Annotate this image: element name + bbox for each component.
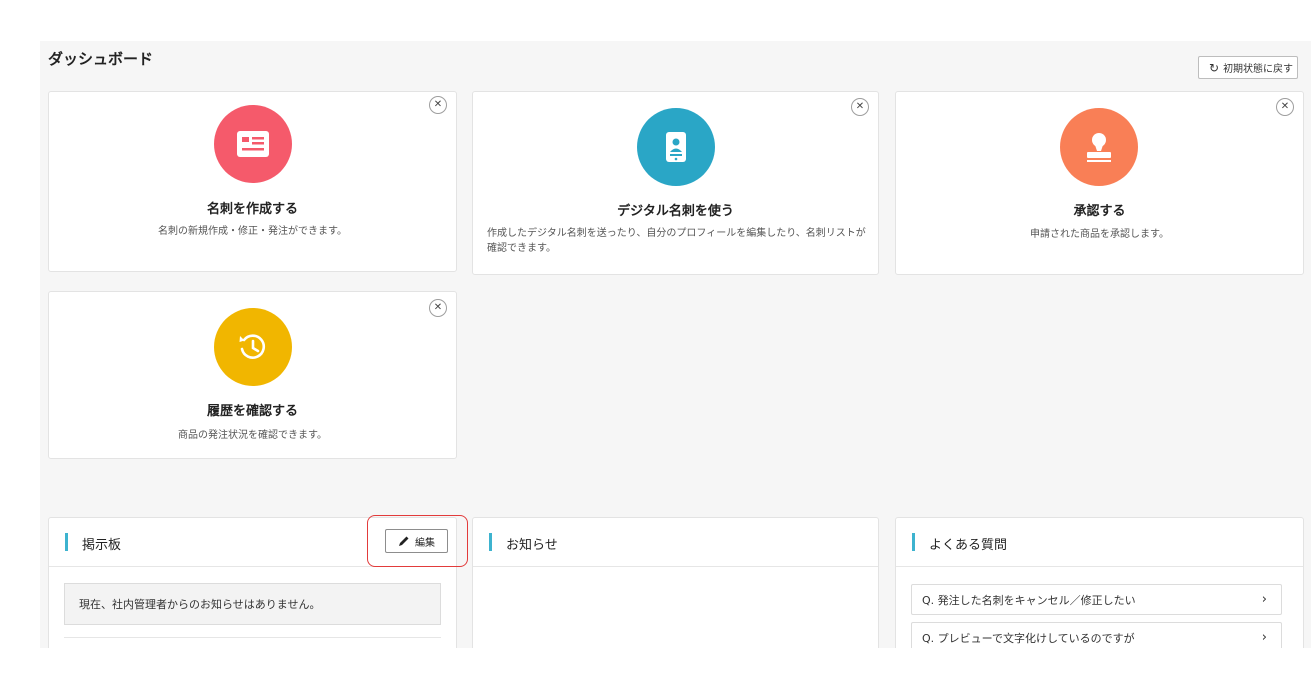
card-description: 作成したデジタル名刺を送ったり、自分のプロフィールを編集したり、名刺リストが確認… <box>487 228 866 254</box>
dashboard-area: ダッシュボード ↻ 初期状態に戻す ✕ 名刺を作成する 名刺の新規作成・修正・発… <box>40 41 1311 648</box>
divider <box>64 637 441 638</box>
card-description: 商品の発注状況を確認できます。 <box>178 430 327 441</box>
notice-message: 現在、社内管理者からのお知らせはありません。 <box>64 583 441 625</box>
card-title: 履歴を確認する <box>206 404 298 419</box>
card-title: 承認する <box>1073 204 1126 219</box>
reset-icon: ↻ <box>1209 60 1220 75</box>
panel-title: 掲示板 <box>82 538 122 553</box>
edit-button[interactable]: 編集 <box>385 529 448 553</box>
history-icon <box>214 308 292 386</box>
card-title: 名刺を作成する <box>206 202 298 217</box>
card-digital-card[interactable]: ✕ デジタル名刺を使う 作成したデジタル名刺を送ったり、自分のプロフィールを編集… <box>472 91 879 275</box>
stamp-icon <box>1060 108 1138 186</box>
close-icon[interactable]: ✕ <box>851 98 869 116</box>
panel-header: よくある質問 <box>896 518 1303 567</box>
close-icon[interactable]: ✕ <box>429 299 447 317</box>
pencil-icon <box>399 536 409 546</box>
card-title: デジタル名刺を使う <box>617 204 734 219</box>
panel-header: 掲示板 編集 <box>49 515 468 567</box>
news-panel: お知らせ <box>472 517 879 648</box>
faq-panel: よくある質問 Q. 発注した名刺をキャンセル／修正したい › Q. プレビューで… <box>895 517 1304 648</box>
close-icon[interactable]: ✕ <box>429 96 447 114</box>
business-card-icon <box>214 105 292 183</box>
accent-bar <box>912 533 915 551</box>
panel-header: お知らせ <box>473 518 878 567</box>
edit-label: 編集 <box>415 537 435 549</box>
accent-bar <box>489 533 492 551</box>
accent-bar <box>65 533 68 551</box>
chevron-right-icon: › <box>1261 592 1267 607</box>
card-description: 名刺の新規作成・修正・発注ができます。 <box>158 226 347 237</box>
reset-layout-label: 初期状態に戻す <box>1223 64 1294 75</box>
mobile-profile-icon <box>637 108 715 186</box>
page-title: ダッシュボード <box>48 50 154 68</box>
panel-title: お知らせ <box>506 538 558 553</box>
bulletin-board-panel: 掲示板 編集 現在、社内管理者からのお知らせはありません。 <box>48 515 468 648</box>
faq-item[interactable]: Q. プレビューで文字化けしているのですが › <box>911 622 1282 648</box>
chevron-right-icon: › <box>1261 630 1267 645</box>
card-description: 申請された商品を承認します。 <box>1030 229 1169 240</box>
card-approve[interactable]: ✕ 承認する 申請された商品を承認します。 <box>895 91 1304 275</box>
card-create-card[interactable]: ✕ 名刺を作成する 名刺の新規作成・修正・発注ができます。 <box>48 91 457 272</box>
card-history[interactable]: ✕ 履歴を確認する 商品の発注状況を確認できます。 <box>48 291 457 459</box>
faq-item[interactable]: Q. 発注した名刺をキャンセル／修正したい › <box>911 584 1282 615</box>
faq-question: Q. 発注した名刺をキャンセル／修正したい <box>922 593 1136 607</box>
reset-layout-button[interactable]: ↻ 初期状態に戻す <box>1198 56 1298 79</box>
close-icon[interactable]: ✕ <box>1276 98 1294 116</box>
panel-title: よくある質問 <box>929 538 1008 553</box>
faq-question: Q. プレビューで文字化けしているのですが <box>922 631 1135 645</box>
